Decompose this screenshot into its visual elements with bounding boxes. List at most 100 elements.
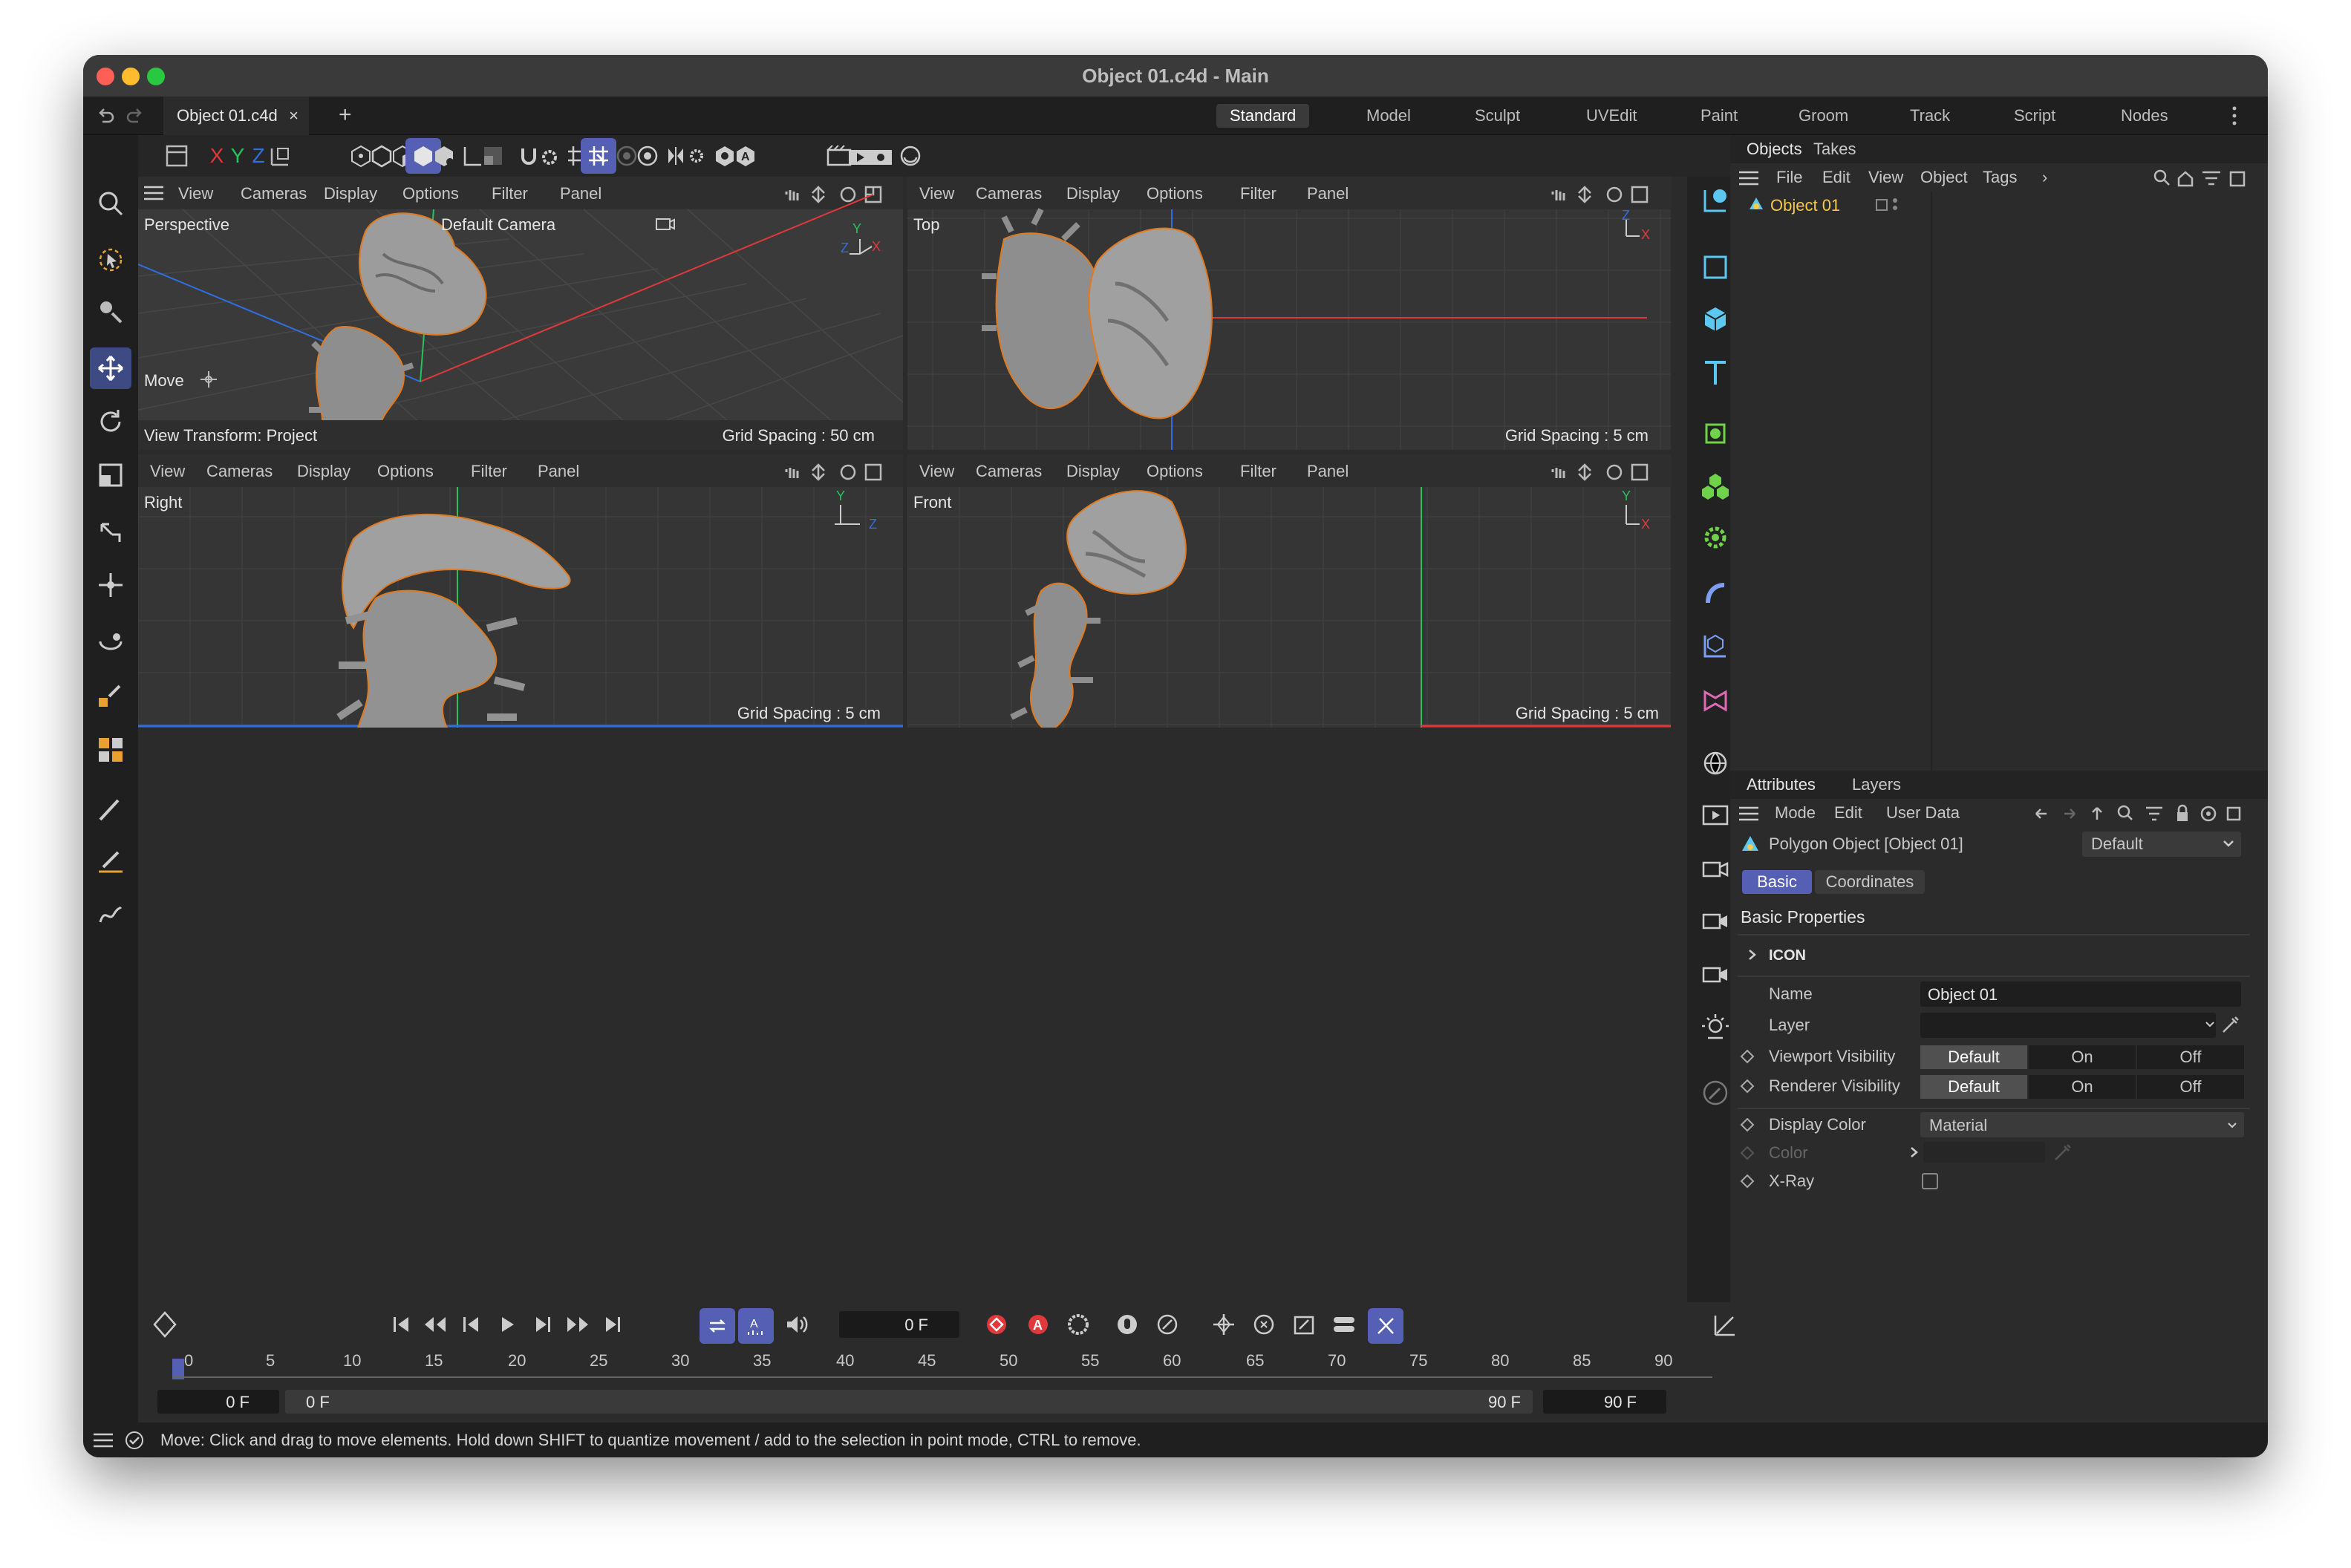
parameter-key-icon[interactable] bbox=[1332, 1311, 1356, 1338]
viewport-visibility-on[interactable]: On bbox=[2029, 1045, 2136, 1069]
layout-script[interactable]: Script bbox=[2014, 104, 2055, 128]
chevron-right-icon[interactable] bbox=[1910, 1146, 1919, 1158]
navigation-icons[interactable] bbox=[1549, 184, 1653, 203]
keyframe-diamond-icon[interactable] bbox=[150, 1310, 180, 1339]
texture-mode-button[interactable] bbox=[475, 138, 511, 174]
range-slider[interactable]: 0 F 90 F bbox=[285, 1390, 1533, 1414]
keyframe-diamond-icon[interactable] bbox=[1740, 1079, 1755, 1094]
menu-options[interactable]: Options bbox=[377, 462, 434, 481]
multi-select-tool[interactable] bbox=[90, 729, 131, 771]
menu-cameras[interactable]: Cameras bbox=[976, 184, 1042, 203]
current-frame-field[interactable]: 0 F bbox=[839, 1311, 959, 1338]
spline-tool[interactable] bbox=[90, 894, 131, 935]
magnet-tool[interactable] bbox=[90, 624, 131, 665]
menu-tags[interactable]: Tags bbox=[1983, 168, 2017, 187]
more-icon[interactable] bbox=[2231, 105, 2238, 126]
rotation-key-icon[interactable] bbox=[1252, 1311, 1276, 1338]
layout-groom[interactable]: Groom bbox=[1799, 104, 1848, 128]
close-window-button[interactable] bbox=[97, 68, 114, 85]
viewport-visibility-default[interactable]: Default bbox=[1920, 1045, 2027, 1069]
layout-nodes[interactable]: Nodes bbox=[2121, 104, 2168, 128]
keyframe-diamond-icon[interactable] bbox=[1740, 1117, 1755, 1132]
perspective-canvas[interactable]: YX Z bbox=[138, 194, 903, 450]
camera-icon[interactable] bbox=[655, 215, 676, 232]
layer-field[interactable] bbox=[1920, 1013, 2216, 1038]
loop-button[interactable] bbox=[700, 1308, 735, 1344]
menu-file[interactable]: File bbox=[1776, 168, 1802, 187]
name-field[interactable]: Object 01 bbox=[1920, 981, 2241, 1007]
live-selection-tool[interactable] bbox=[90, 239, 131, 281]
menu-panel[interactable]: Panel bbox=[1307, 184, 1349, 203]
menu-more[interactable]: › bbox=[2042, 168, 2047, 187]
coordinate-system-button[interactable] bbox=[261, 138, 297, 174]
menu-options[interactable]: Options bbox=[1147, 184, 1203, 203]
redo-icon[interactable] bbox=[126, 107, 144, 125]
object-name[interactable]: Object 01 bbox=[1770, 196, 1840, 215]
tab-objects[interactable]: Objects bbox=[1747, 140, 1802, 159]
tab-document[interactable]: Object 01.c4d × bbox=[163, 97, 309, 135]
attribute-tool-icons[interactable] bbox=[2033, 804, 2256, 823]
autokey-icon[interactable]: A bbox=[1026, 1311, 1050, 1338]
navigation-icons[interactable] bbox=[1549, 462, 1653, 481]
viewport-right[interactable]: View Cameras Display Options Filter Pane… bbox=[138, 454, 903, 728]
layout-standard[interactable]: Standard bbox=[1216, 104, 1310, 128]
move-tool[interactable] bbox=[90, 347, 131, 389]
panel-tool-icons[interactable] bbox=[2153, 169, 2257, 187]
menu-filter[interactable]: Filter bbox=[471, 462, 507, 481]
audio-scrub-button[interactable]: A bbox=[738, 1308, 774, 1344]
layout-paint[interactable]: Paint bbox=[1701, 104, 1738, 128]
menu-view[interactable]: View bbox=[178, 184, 213, 203]
add-tab-button[interactable]: + bbox=[339, 102, 352, 128]
hamburger-icon[interactable] bbox=[144, 186, 163, 200]
chevron-down-icon[interactable] bbox=[2205, 1022, 2214, 1028]
preset-dropdown[interactable]: Default bbox=[2082, 832, 2241, 857]
tab-attributes[interactable]: Attributes bbox=[1747, 775, 1816, 794]
zoom-window-button[interactable] bbox=[147, 68, 165, 85]
minimize-window-button[interactable] bbox=[122, 68, 140, 85]
point-level-animation-button[interactable] bbox=[1368, 1308, 1403, 1344]
menu-view[interactable]: View bbox=[919, 462, 954, 481]
menu-filter[interactable]: Filter bbox=[1240, 184, 1276, 203]
menu-display[interactable]: Display bbox=[1066, 184, 1120, 203]
record-icon[interactable] bbox=[985, 1311, 1008, 1338]
menu-object[interactable]: Object bbox=[1920, 168, 1968, 187]
position-key-icon[interactable] bbox=[1212, 1311, 1236, 1338]
redshift-button[interactable] bbox=[893, 138, 928, 174]
menu-filter[interactable]: Filter bbox=[492, 184, 528, 203]
renderer-visibility-default[interactable]: Default bbox=[1920, 1075, 2027, 1099]
navigation-icons[interactable] bbox=[783, 462, 887, 481]
display-color-dropdown[interactable]: Material bbox=[1920, 1112, 2244, 1137]
camera-label[interactable]: Default Camera bbox=[441, 215, 555, 235]
undo-icon[interactable] bbox=[97, 107, 114, 125]
viewport-perspective[interactable]: View Cameras Display Options Filter Pane… bbox=[138, 177, 903, 450]
object-row[interactable]: Object 01 bbox=[1730, 192, 2268, 218]
menu-options[interactable]: Options bbox=[1147, 462, 1203, 481]
subtab-basic[interactable]: Basic bbox=[1742, 870, 1812, 894]
menu-filter[interactable]: Filter bbox=[1240, 462, 1276, 481]
layout-uvedit[interactable]: UVEdit bbox=[1586, 104, 1637, 128]
right-canvas[interactable]: YZ bbox=[138, 487, 903, 728]
menu-display[interactable]: Display bbox=[297, 462, 350, 481]
viewport-front[interactable]: View Cameras Display Options Filter Pane… bbox=[907, 454, 1671, 728]
speaker-icon[interactable] bbox=[784, 1313, 811, 1336]
menu-display[interactable]: Display bbox=[1066, 462, 1120, 481]
brush-tool[interactable] bbox=[90, 788, 131, 830]
layout-model[interactable]: Model bbox=[1366, 104, 1411, 128]
scale-tool[interactable] bbox=[90, 454, 131, 496]
brush-select-tool[interactable] bbox=[90, 674, 131, 716]
menu-view[interactable]: View bbox=[919, 184, 954, 203]
navigation-icons[interactable] bbox=[783, 184, 887, 203]
close-tab-button[interactable]: × bbox=[289, 97, 299, 135]
menu-edit[interactable]: Edit bbox=[1834, 803, 1862, 823]
front-canvas[interactable]: YX bbox=[907, 487, 1671, 728]
menu-edit[interactable]: Edit bbox=[1822, 168, 1851, 187]
menu-mode[interactable]: Mode bbox=[1775, 803, 1816, 823]
renderer-visibility-off[interactable]: Off bbox=[2137, 1075, 2244, 1099]
key-lock-icon[interactable] bbox=[1115, 1311, 1139, 1338]
timeline-ruler[interactable]: 0 5 10 15 20 25 30 35 40 45 50 55 60 65 … bbox=[172, 1351, 1712, 1387]
renderer-visibility-on[interactable]: On bbox=[2029, 1075, 2136, 1099]
menu-panel[interactable]: Panel bbox=[538, 462, 579, 481]
search-tool[interactable] bbox=[90, 183, 131, 224]
knife-tool[interactable] bbox=[90, 840, 131, 882]
fcurve-editor-icon[interactable] bbox=[1712, 1313, 1738, 1338]
